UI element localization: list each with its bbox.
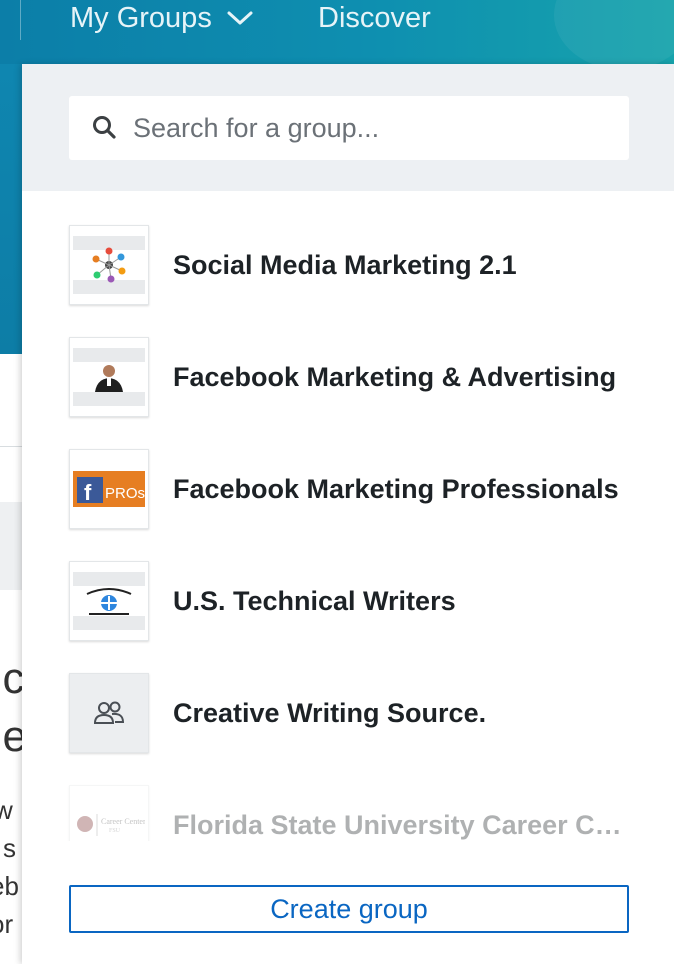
- group-list: Social Media Marketing 2.1 Facebook Mark…: [22, 191, 674, 841]
- group-placeholder-icon: [69, 673, 149, 753]
- person-photo-icon: [69, 337, 149, 417]
- group-name: Florida State University Career Center: [173, 809, 633, 840]
- background-text: or: [0, 909, 14, 939]
- group-item-creative-writing-source[interactable]: Creative Writing Source.: [69, 673, 639, 753]
- svg-text:f: f: [84, 480, 92, 505]
- background-text: l s: [0, 833, 16, 863]
- my-groups-label: My Groups: [70, 2, 212, 34]
- background-text: nc: [0, 654, 22, 703]
- group-name: U.S. Technical Writers: [173, 585, 456, 616]
- search-area: [22, 64, 674, 191]
- group-item-facebook-marketing-advertising[interactable]: Facebook Marketing & Advertising: [69, 337, 639, 417]
- background-divider: [0, 446, 22, 447]
- group-item-florida-state-career-center[interactable]: Career Center FSU Florida State Universi…: [69, 785, 639, 841]
- background-text: eb: [0, 871, 19, 901]
- discover-label: Discover: [318, 2, 431, 34]
- nav-decoration: [554, 0, 674, 64]
- group-name: Creative Writing Source.: [173, 697, 487, 728]
- fb-pros-logo-icon: f PROs: [69, 449, 149, 529]
- search-box[interactable]: [69, 96, 629, 160]
- background-page: nc ne w l s eb or: [0, 64, 22, 964]
- svg-text:PROs: PROs: [105, 485, 145, 502]
- group-item-social-media-marketing[interactable]: Social Media Marketing 2.1: [69, 225, 639, 305]
- us-tech-writers-logo-icon: [69, 561, 149, 641]
- social-network-logo-icon: [69, 225, 149, 305]
- svg-text:Career Center: Career Center: [101, 817, 145, 826]
- svg-text:FSU: FSU: [109, 828, 121, 834]
- background-thumbnail: [0, 502, 22, 590]
- group-name: Facebook Marketing Professionals: [173, 473, 619, 504]
- my-groups-menu[interactable]: My Groups: [70, 0, 254, 38]
- nav-divider: [20, 0, 21, 40]
- background-banner: [0, 64, 22, 354]
- my-groups-dropdown: Social Media Marketing 2.1 Facebook Mark…: [22, 64, 674, 964]
- discover-link[interactable]: Discover: [318, 0, 431, 38]
- top-nav-bar: My Groups Discover: [0, 0, 674, 64]
- group-name: Social Media Marketing 2.1: [173, 249, 517, 280]
- group-name: Facebook Marketing & Advertising: [173, 361, 617, 392]
- chevron-down-icon: [227, 11, 253, 25]
- search-icon: [93, 116, 116, 139]
- search-input[interactable]: [133, 112, 603, 144]
- background-text: w: [0, 795, 13, 825]
- group-item-facebook-marketing-professionals[interactable]: f PROs Facebook Marketing Professionals: [69, 449, 639, 529]
- career-center-logo-icon: Career Center FSU: [69, 785, 149, 841]
- create-group-button[interactable]: Create group: [69, 885, 629, 933]
- background-text: ne: [0, 712, 22, 761]
- group-item-us-technical-writers[interactable]: U.S. Technical Writers: [69, 561, 639, 641]
